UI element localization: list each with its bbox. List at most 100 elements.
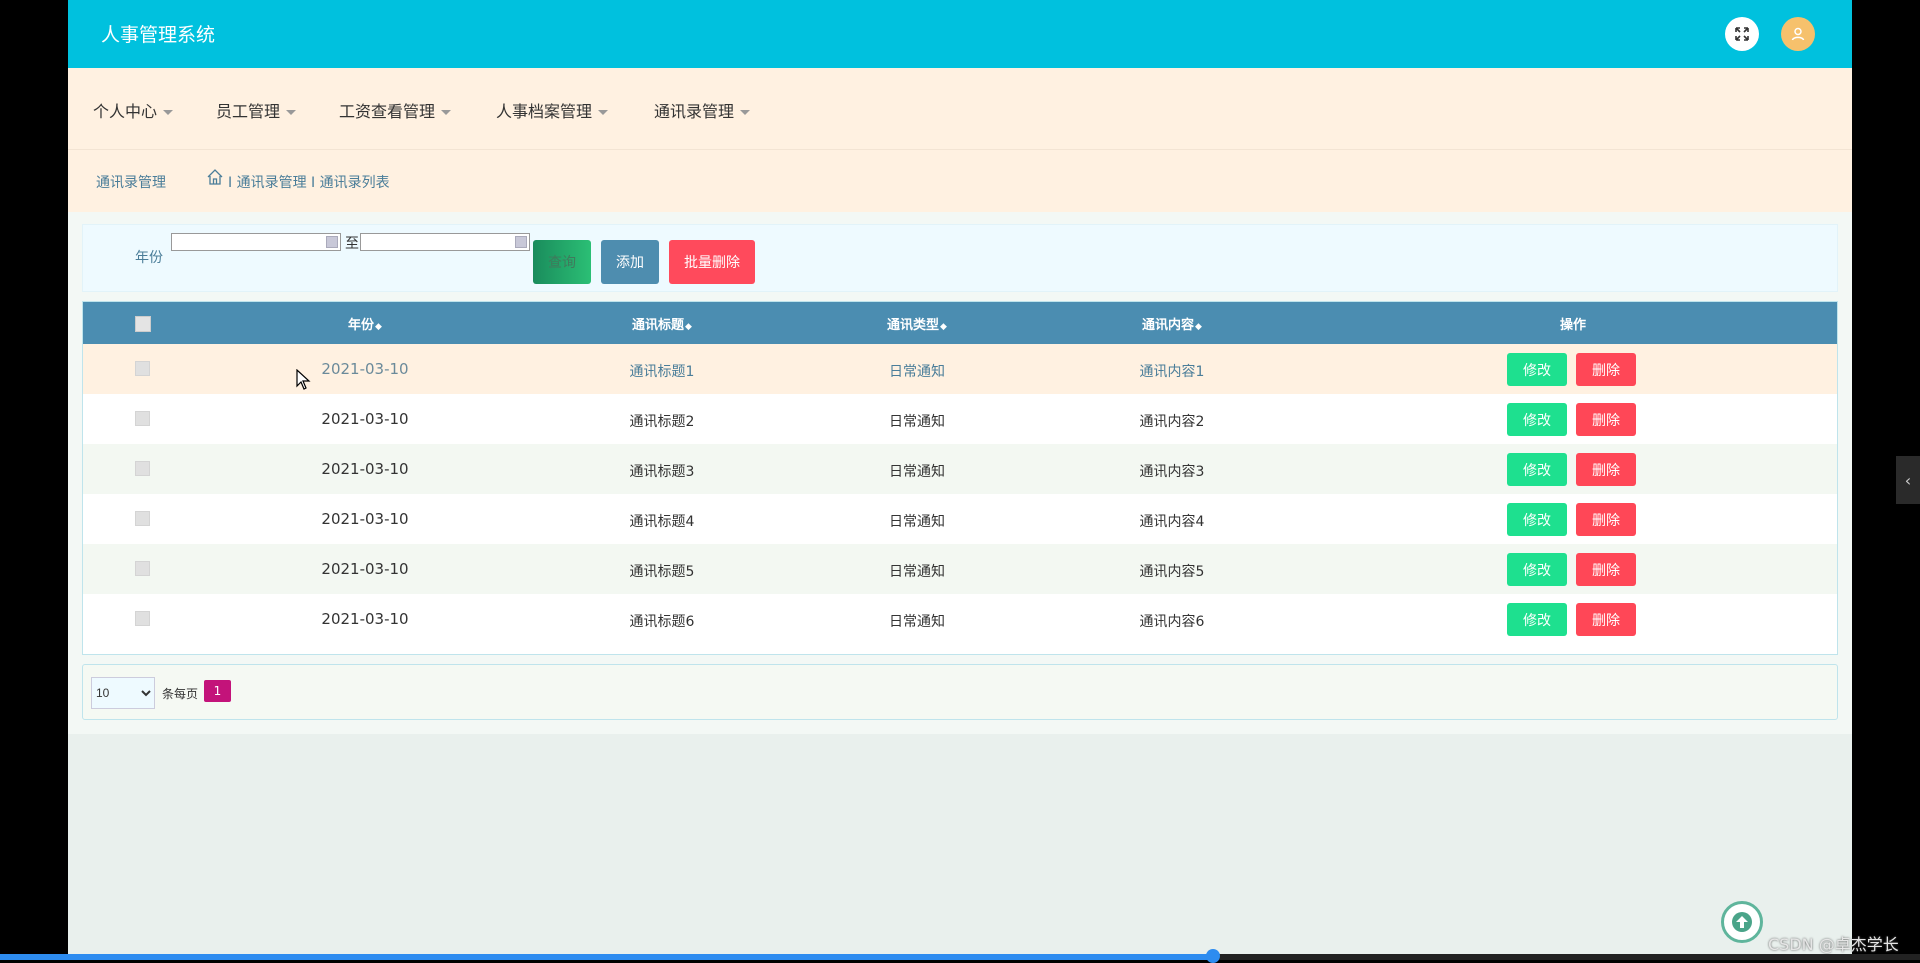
sort-icon: ◆ [940, 322, 947, 332]
fullscreen-icon[interactable] [1725, 17, 1759, 51]
back-to-top-icon[interactable] [1721, 901, 1763, 943]
row-checkbox[interactable] [135, 611, 150, 626]
pointer-arrow-icon [296, 368, 311, 390]
cell-content: 通讯内容2 [1139, 414, 1205, 430]
column-header-label: 通讯类型 [887, 318, 940, 333]
delete-button[interactable]: 删除 [1576, 453, 1636, 486]
side-panel-toggle-icon[interactable]: ‹ [1896, 456, 1920, 504]
cell-title: 通讯标题6 [629, 614, 695, 630]
edit-button[interactable]: 修改 [1507, 403, 1567, 436]
delete-button[interactable]: 删除 [1576, 403, 1636, 436]
nav-item-personal-center[interactable]: 个人中心 [93, 98, 174, 122]
cell-title: 通讯标题4 [629, 514, 695, 530]
table-row[interactable]: 2021-03-10 通讯标题4 日常通知 通讯内容4 修改 删除 [83, 494, 1837, 544]
cell-type: 日常通知 [889, 564, 945, 580]
year-label: 年份 [135, 250, 163, 266]
search-button[interactable]: 查询 [533, 240, 591, 284]
column-header-title[interactable]: 通讯标题◆ [632, 314, 692, 333]
row-checkbox[interactable] [135, 461, 150, 476]
left-black-bar [0, 0, 68, 960]
year-end-input[interactable] [360, 233, 530, 251]
select-all-checkbox[interactable] [135, 316, 151, 332]
nav-label: 工资查看管理 [339, 102, 436, 121]
cell-year: 2021-03-10 [321, 460, 409, 478]
delete-button[interactable]: 删除 [1576, 503, 1636, 536]
nav-item-salary[interactable]: 工资查看管理 [339, 98, 452, 122]
sort-icon: ◆ [375, 322, 382, 332]
cell-year: 2021-03-10 [321, 560, 409, 578]
cell-content: 通讯内容4 [1139, 514, 1205, 530]
search-panel: 年份 至 查询 添加 批量删除 [82, 224, 1838, 292]
app-title: 人事管理系统 [101, 24, 216, 46]
edit-button[interactable]: 修改 [1507, 503, 1567, 536]
delete-button[interactable]: 删除 [1576, 603, 1636, 636]
table-row[interactable]: 2021-03-10 通讯标题1 日常通知 通讯内容1 修改 删除 [83, 344, 1837, 394]
caret-down-icon [441, 110, 452, 115]
main-nav: 个人中心 员工管理 工资查看管理 人事档案管理 通讯录管理 [68, 68, 1852, 150]
data-table: 年份◆ 通讯标题◆ 通讯类型◆ 通讯内容◆ 操作 2021-03-10 通讯标题… [82, 301, 1838, 655]
cell-title: 通讯标题1 [629, 364, 695, 380]
edit-button[interactable]: 修改 [1507, 553, 1567, 586]
cell-year: 2021-03-10 [321, 510, 409, 528]
cell-content: 通讯内容5 [1139, 564, 1205, 580]
table-header: 年份◆ 通讯标题◆ 通讯类型◆ 通讯内容◆ 操作 [83, 302, 1837, 344]
page-number-current[interactable]: 1 [204, 680, 231, 702]
add-button[interactable]: 添加 [601, 240, 659, 284]
nav-item-employee[interactable]: 员工管理 [216, 98, 297, 122]
year-start-input[interactable] [171, 233, 341, 251]
caret-down-icon [286, 110, 297, 115]
calendar-icon[interactable] [515, 236, 527, 248]
nav-item-contacts[interactable]: 通讯录管理 [654, 98, 751, 122]
user-avatar-icon[interactable] [1781, 17, 1815, 51]
video-progress-knob[interactable] [1206, 949, 1221, 963]
nav-item-archive[interactable]: 人事档案管理 [496, 98, 609, 122]
calendar-icon[interactable] [326, 236, 338, 248]
table-row[interactable]: 2021-03-10 通讯标题6 日常通知 通讯内容6 修改 删除 [83, 594, 1837, 644]
nav-label: 员工管理 [216, 102, 281, 121]
cell-title: 通讯标题3 [629, 464, 695, 480]
nav-label: 人事档案管理 [496, 102, 593, 121]
table-row[interactable]: 2021-03-10 通讯标题2 日常通知 通讯内容2 修改 删除 [83, 394, 1837, 444]
column-header-label: 年份 [348, 318, 375, 333]
column-header-year[interactable]: 年份◆ [348, 314, 382, 333]
edit-button[interactable]: 修改 [1507, 603, 1567, 636]
breadcrumb: I 通讯录管理 I 通讯录列表 [228, 175, 390, 191]
column-header-type[interactable]: 通讯类型◆ [887, 314, 947, 333]
caret-down-icon [740, 110, 751, 115]
row-checkbox[interactable] [135, 411, 150, 426]
row-checkbox[interactable] [135, 511, 150, 526]
empty-area [68, 734, 1852, 960]
caret-down-icon [598, 110, 609, 115]
sort-icon: ◆ [1195, 322, 1202, 332]
sort-icon: ◆ [685, 322, 692, 332]
column-header-content[interactable]: 通讯内容◆ [1142, 314, 1202, 333]
row-checkbox[interactable] [135, 561, 150, 576]
video-progress-bar[interactable] [0, 949, 1920, 963]
cell-type: 日常通知 [889, 464, 945, 480]
caret-down-icon [163, 110, 174, 115]
table-row[interactable]: 2021-03-10 通讯标题5 日常通知 通讯内容5 修改 删除 [83, 544, 1837, 594]
cell-type: 日常通知 [889, 364, 945, 380]
delete-button[interactable]: 删除 [1576, 553, 1636, 586]
edit-button[interactable]: 修改 [1507, 453, 1567, 486]
arrow-up-icon [1732, 912, 1752, 932]
page-size-select[interactable]: 10 [91, 677, 155, 709]
cell-year: 2021-03-10 [321, 410, 409, 428]
delete-button[interactable]: 删除 [1576, 353, 1636, 386]
section-title: 通讯录管理 [96, 175, 166, 191]
table-row[interactable]: 2021-03-10 通讯标题3 日常通知 通讯内容3 修改 删除 [83, 444, 1837, 494]
home-icon[interactable] [206, 168, 224, 186]
app-window: 人事管理系统 个人中心 员工管理 工资查看管理 人事档案管理 通讯录管理 通讯录… [68, 0, 1852, 960]
edit-button[interactable]: 修改 [1507, 353, 1567, 386]
breadcrumb-bar: 通讯录管理 I 通讯录管理 I 通讯录列表 [68, 150, 1852, 212]
pagination: 10 条每页 1 [82, 664, 1838, 720]
expand-arrows-icon [1735, 27, 1749, 41]
cell-type: 日常通知 [889, 514, 945, 530]
cell-type: 日常通知 [889, 414, 945, 430]
row-checkbox[interactable] [135, 361, 150, 376]
cell-content: 通讯内容6 [1139, 614, 1205, 630]
date-to-label: 至 [345, 236, 359, 252]
batch-delete-button[interactable]: 批量删除 [669, 240, 755, 284]
cell-title: 通讯标题2 [629, 414, 695, 430]
column-header-actions: 操作 [1559, 318, 1587, 333]
